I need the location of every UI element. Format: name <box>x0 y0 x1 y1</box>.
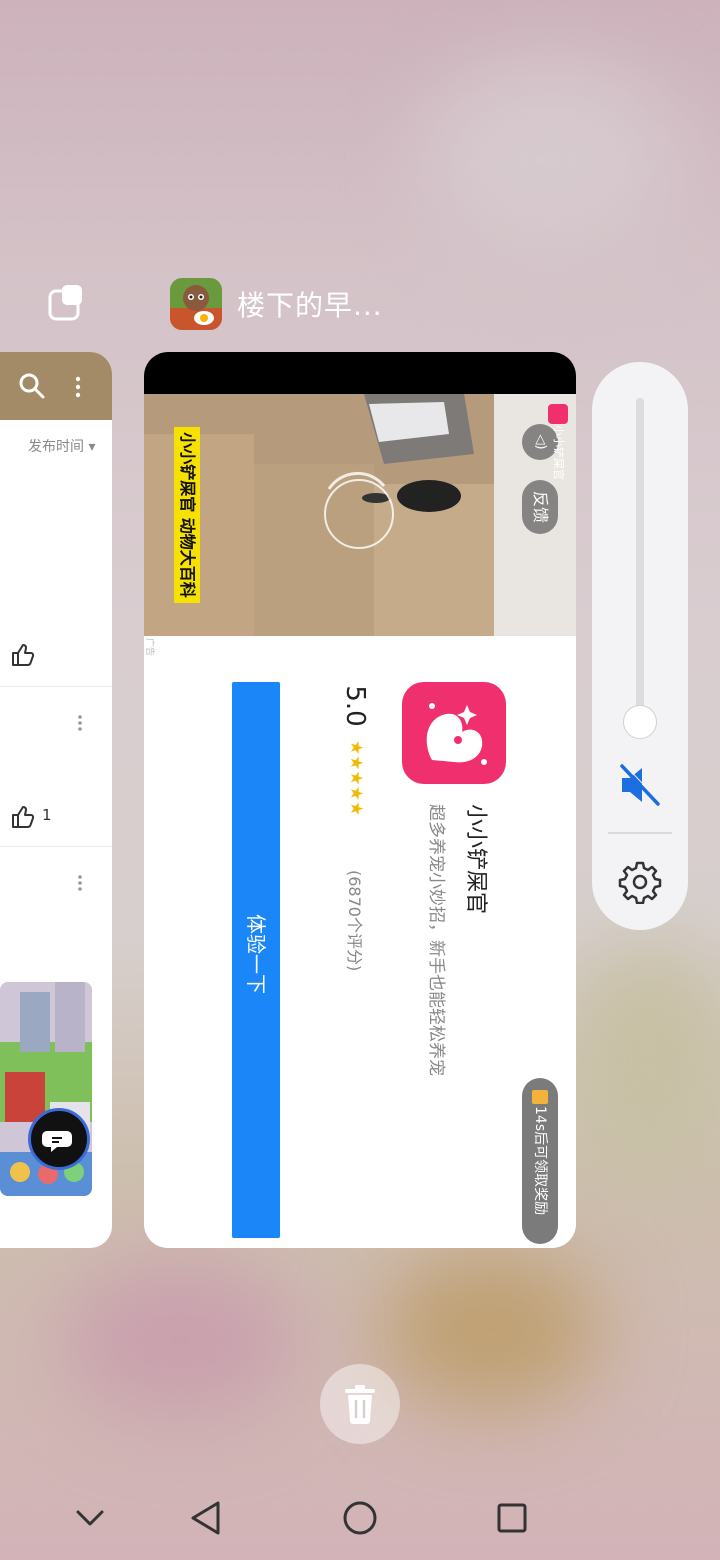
app-title: 楼下的早... <box>237 289 383 322</box>
ad-app-name: 小小铲屎官 <box>463 804 488 915</box>
wallpaper-blob <box>380 1250 600 1410</box>
volume-divider <box>608 832 672 834</box>
nav-hide-icon[interactable] <box>68 1496 112 1540</box>
recent-app-card[interactable]: 小小铲屎官 动物大百科 ◁) 反馈 小小铲屎官 广告 体验一下 5.0 ★★★★… <box>144 352 576 1248</box>
ad-video[interactable] <box>144 394 576 636</box>
nav-recents-icon[interactable] <box>490 1496 534 1540</box>
more-icon[interactable] <box>77 874 83 896</box>
like-count: 1 <box>42 806 52 824</box>
status-strip <box>144 352 576 394</box>
wallpaper-blob <box>60 1260 300 1420</box>
review-count: (6870个评分) <box>345 870 364 972</box>
search-icon[interactable] <box>18 372 46 404</box>
reward-countdown: 14s后可领取奖励 <box>522 1078 558 1244</box>
rating-value: 5.0 <box>340 685 370 727</box>
clear-all-button[interactable] <box>320 1364 400 1444</box>
corner-badge-icon <box>548 404 568 424</box>
settings-gear-icon[interactable] <box>618 860 662 908</box>
nav-back-icon[interactable] <box>184 1496 228 1540</box>
sort-label[interactable]: 发布时间 ▾ <box>28 436 95 456</box>
wallpaper-blob <box>420 60 680 260</box>
left-card-toolbar <box>0 352 112 420</box>
rating-stars: ★★★★★ <box>346 740 366 817</box>
ad-app-description: 超多养宠小妙招，新手也能轻松养宠 <box>426 804 446 1076</box>
trash-icon <box>344 1384 376 1428</box>
volume-panel <box>592 362 688 930</box>
more-icon[interactable] <box>77 714 83 736</box>
thumbs-up-icon[interactable] <box>10 804 36 834</box>
advertised-app-icon[interactable] <box>402 682 506 784</box>
previous-app-card[interactable]: 发布时间 ▾ 1 <box>0 352 112 1248</box>
more-icon[interactable] <box>74 374 82 404</box>
chat-bubble-icon[interactable] <box>28 1108 90 1170</box>
game-app-icon[interactable] <box>170 278 222 330</box>
split-screen-icon[interactable] <box>48 283 84 321</box>
corner-badge: 小小铲屎官 <box>548 404 568 488</box>
wallpaper-blob <box>560 940 720 1180</box>
try-it-button[interactable]: 体验一下 <box>232 682 280 1238</box>
volume-slider-track[interactable] <box>636 398 644 724</box>
video-caption: 小小铲屎官 动物大百科 <box>174 427 200 603</box>
nav-home-icon[interactable] <box>338 1496 382 1540</box>
gift-icon <box>532 1090 548 1104</box>
ad-edge-label: 广告 <box>144 638 154 657</box>
volume-slider-thumb[interactable] <box>623 705 657 739</box>
volume-muted-icon[interactable] <box>618 762 662 812</box>
thumbs-up-icon[interactable] <box>10 642 36 672</box>
